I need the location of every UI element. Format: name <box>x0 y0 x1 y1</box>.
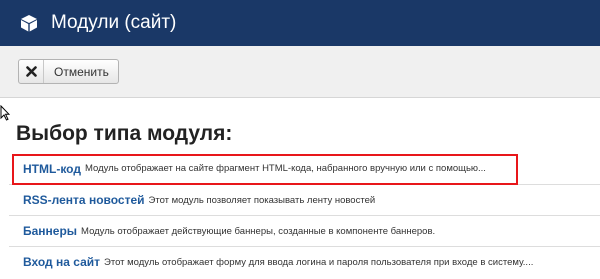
close-icon <box>19 60 44 83</box>
cube-icon <box>21 15 37 32</box>
header-bar: Модули (сайт) <box>0 0 600 46</box>
section-heading: Выбор типа модуля: <box>16 122 233 145</box>
module-item-html[interactable]: HTML-код Модуль отображает на сайте фраг… <box>9 153 600 184</box>
module-name-link[interactable]: Вход на сайт <box>23 255 100 269</box>
module-name-link[interactable]: RSS-лента новостей <box>23 193 145 207</box>
page-title: Модули (сайт) <box>51 12 177 33</box>
module-description: Модуль отображает на сайте фрагмент HTML… <box>84 163 486 174</box>
module-description: Этот модуль отображает форму для ввода л… <box>104 256 534 268</box>
module-item-login[interactable]: Вход на сайт Этот модуль отображает форм… <box>9 246 600 277</box>
module-name-link[interactable]: HTML-код <box>23 162 81 176</box>
mouse-cursor-icon <box>0 105 10 121</box>
cancel-button[interactable]: Отменить <box>18 59 119 84</box>
module-description: Модуль отображает действующие баннеры, с… <box>81 225 436 237</box>
module-type-list: HTML-код Модуль отображает на сайте фраг… <box>9 153 600 277</box>
cancel-button-label: Отменить <box>54 64 109 79</box>
toolbar: Отменить <box>0 46 600 98</box>
module-name-link[interactable]: Баннеры <box>23 224 77 238</box>
module-item-rss[interactable]: RSS-лента новостей Этот модуль позволяет… <box>9 184 600 215</box>
module-description: Этот модуль позволяет показывать ленту н… <box>148 194 376 206</box>
module-item-banners[interactable]: Баннеры Модуль отображает действующие ба… <box>9 215 600 246</box>
